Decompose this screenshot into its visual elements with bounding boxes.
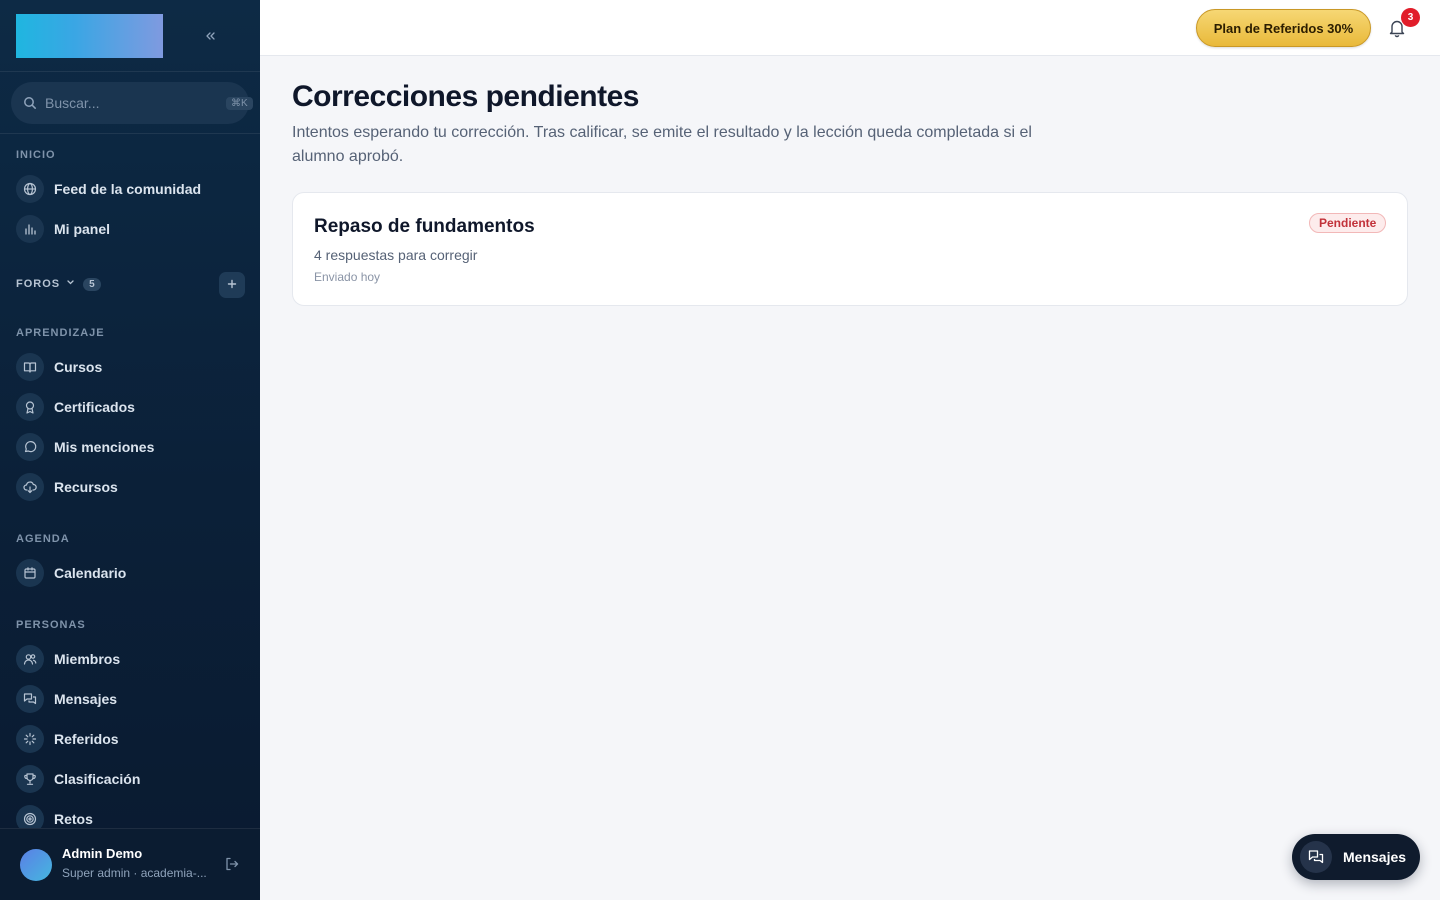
correction-card[interactable]: Repaso de fundamentos 4 respuestas para … xyxy=(292,192,1408,306)
chevron-down-icon xyxy=(66,278,75,290)
avatar[interactable] xyxy=(20,849,52,881)
sidebar: ⌘K INICIO Feed de la comunidad Mi panel … xyxy=(0,0,260,900)
referral-plan-button[interactable]: Plan de Referidos 30% xyxy=(1196,9,1371,47)
sidebar-item-label: Calendario xyxy=(54,565,127,581)
message-circle-icon xyxy=(16,433,44,461)
section-label-agenda: AGENDA xyxy=(16,533,70,545)
search-icon xyxy=(24,97,36,109)
sidebar-item-mensajes[interactable]: Mensajes xyxy=(16,683,244,715)
section-label-foros: FOROS xyxy=(16,278,61,290)
sidebar-item-miembros[interactable]: Miembros xyxy=(16,643,244,675)
cloud-download-icon xyxy=(16,473,44,501)
sidebar-item-label: Recursos xyxy=(54,479,118,495)
section-label-inicio: INICIO xyxy=(16,149,56,161)
sidebar-item-label: Mis menciones xyxy=(54,439,155,455)
sidebar-item-label: Mensajes xyxy=(54,691,118,707)
sidebar-item-label: Retos xyxy=(54,811,93,827)
brand-logo[interactable] xyxy=(16,14,163,58)
sidebar-item-menciones[interactable]: Mis menciones xyxy=(16,431,244,463)
chevrons-left-icon xyxy=(206,32,215,40)
award-icon xyxy=(16,393,44,421)
collapse-sidebar-button[interactable] xyxy=(198,24,222,48)
sidebar-item-calendario[interactable]: Calendario xyxy=(16,557,244,589)
foros-count-badge: 5 xyxy=(83,277,101,291)
sidebar-item-label: Feed de la comunidad xyxy=(54,181,202,197)
card-title: Repaso de fundamentos xyxy=(314,216,535,237)
calendar-icon xyxy=(16,559,44,587)
messages-fab-label: Mensajes xyxy=(1343,849,1407,865)
bar-chart-icon xyxy=(16,215,44,243)
sidebar-item-label: Clasificación xyxy=(54,771,141,787)
globe-icon xyxy=(16,175,44,203)
add-foro-button[interactable] xyxy=(219,272,245,298)
sidebar-item-clasificacion[interactable]: Clasificación xyxy=(16,763,244,795)
sidebar-item-label: Referidos xyxy=(54,731,119,747)
search-input[interactable] xyxy=(45,95,226,111)
user-name: Admin Demo xyxy=(62,846,143,861)
plus-icon xyxy=(227,279,237,289)
page-description: Intentos esperando tu corrección. Tras c… xyxy=(292,124,1032,165)
section-label-personas: PERSONAS xyxy=(16,619,86,631)
messages-fab-button[interactable]: Mensajes xyxy=(1292,834,1420,880)
trophy-icon xyxy=(16,765,44,793)
search-box[interactable]: ⌘K xyxy=(11,82,253,124)
card-subtitle: 4 respuestas para corregir xyxy=(314,247,478,263)
logout-button[interactable] xyxy=(224,856,240,877)
foros-section-header[interactable]: FOROS 5 xyxy=(16,272,246,298)
sparkle-icon xyxy=(16,725,44,753)
sidebar-item-label: Miembros xyxy=(54,651,121,667)
page-title: Correcciones pendientes xyxy=(292,80,639,113)
search-area: ⌘K xyxy=(0,72,260,134)
sidebar-item-panel[interactable]: Mi panel xyxy=(16,213,244,245)
sidebar-item-recursos[interactable]: Recursos xyxy=(16,471,244,503)
card-date: Enviado hoy xyxy=(314,270,381,284)
topbar: Plan de Referidos 30% 3 xyxy=(260,0,1440,56)
sidebar-item-label: Cursos xyxy=(54,359,103,375)
sidebar-item-label: Certificados xyxy=(54,399,135,415)
book-icon xyxy=(16,353,44,381)
sidebar-item-cursos[interactable]: Cursos xyxy=(16,351,244,383)
search-shortcut: ⌘K xyxy=(226,96,253,110)
section-label-aprendizaje: APRENDIZAJE xyxy=(16,327,105,339)
user-role: Super admin · academia-... xyxy=(62,866,207,880)
users-icon xyxy=(16,645,44,673)
sidebar-item-feed[interactable]: Feed de la comunidad xyxy=(16,173,244,205)
messages-icon xyxy=(16,685,44,713)
status-badge: Pendiente xyxy=(1309,213,1387,233)
sidebar-item-referidos[interactable]: Referidos xyxy=(16,723,244,755)
messages-icon xyxy=(1300,841,1332,873)
sidebar-item-label: Mi panel xyxy=(54,221,111,237)
user-footer: Admin Demo Super admin · academia-... xyxy=(0,828,260,900)
notification-count-badge: 3 xyxy=(1401,8,1420,27)
sidebar-item-certificados[interactable]: Certificados xyxy=(16,391,244,423)
sidebar-header xyxy=(0,0,260,72)
logout-icon xyxy=(226,857,239,871)
